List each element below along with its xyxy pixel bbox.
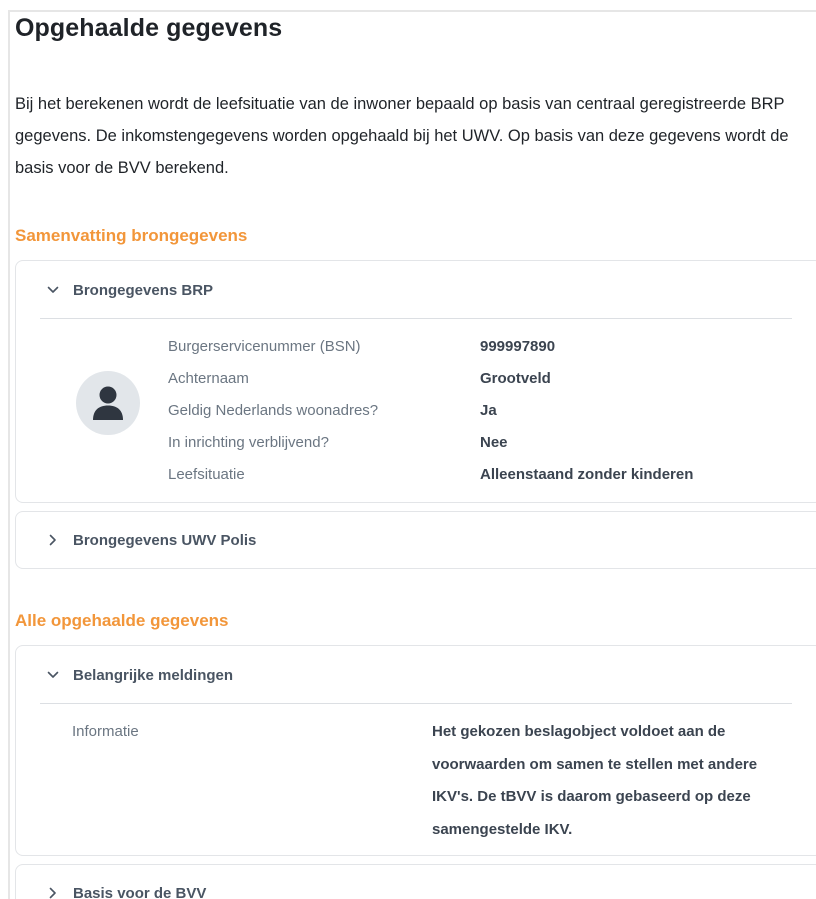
uwv-card: Brongegevens UWV Polis: [15, 511, 816, 569]
chevron-down-icon: [46, 283, 60, 297]
uwv-card-header[interactable]: Brongegevens UWV Polis: [46, 512, 256, 568]
bvv-card-title: Basis voor de BVV: [73, 884, 207, 899]
bsn-label: Burgerservicenummer (BSN): [168, 338, 361, 355]
user-icon: [76, 371, 140, 435]
bsn-value: 999997890: [480, 338, 556, 355]
woonadres-label: Geldig Nederlands woonadres?: [168, 402, 379, 419]
achternaam-label: Achternaam: [168, 370, 249, 387]
chevron-right-icon: [46, 533, 60, 547]
leefsituatie-value: Alleenstaand zonder kinderen: [480, 466, 694, 483]
uwv-card-title: Brongegevens UWV Polis: [73, 531, 257, 549]
informatie-label: Informatie: [72, 723, 139, 740]
informatie-value: Het gekozen beslagobject voldoet aan de …: [432, 723, 758, 838]
leefsituatie-label: Leefsituatie: [168, 466, 245, 483]
bvv-card: Basis voor de BVV: [15, 864, 816, 899]
chevron-right-icon: [46, 886, 60, 899]
brp-card: Brongegevens BRP Burgerservicenummer (BS…: [15, 260, 816, 503]
summary-section-title: Samenvatting brongegevens: [15, 226, 248, 245]
achternaam-value: Grootveld: [480, 370, 551, 387]
divider: [40, 703, 792, 704]
brp-card-title: Brongegevens BRP: [73, 281, 214, 299]
intro-text: Bij het berekenen wordt de leefsituatie …: [15, 95, 789, 177]
meldingen-card-header[interactable]: Belangrijke meldingen: [46, 646, 233, 704]
woonadres-value: Ja: [480, 402, 497, 419]
all-section-title: Alle opgehaalde gegevens: [15, 611, 229, 630]
inrichting-value: Nee: [480, 434, 508, 451]
brp-card-header[interactable]: Brongegevens BRP: [46, 261, 213, 319]
page-title: Opgehaalde gegevens: [15, 14, 283, 42]
meldingen-card-title: Belangrijke meldingen: [73, 666, 234, 684]
meldingen-card: Belangrijke meldingen Informatie Het gek…: [15, 645, 816, 856]
chevron-down-icon: [46, 668, 60, 682]
divider: [40, 318, 792, 319]
bvv-card-header[interactable]: Basis voor de BVV: [46, 865, 206, 899]
inrichting-label: In inrichting verblijvend?: [168, 434, 329, 451]
